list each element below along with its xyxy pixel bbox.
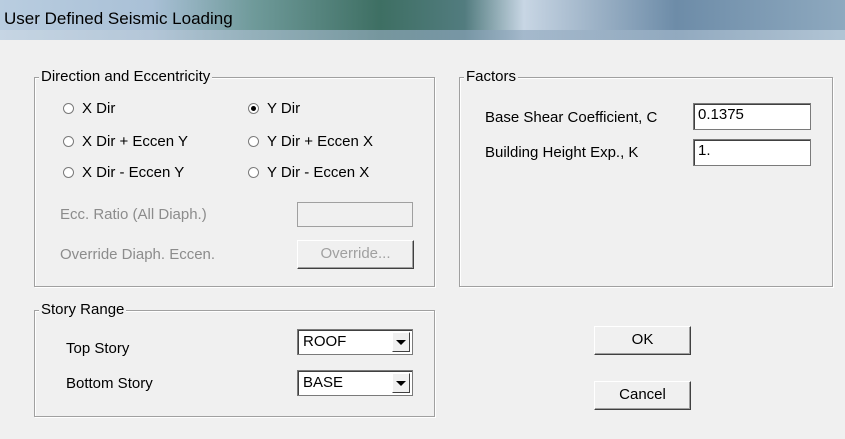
radio-x-dir-plus-eccen-y-dot[interactable] — [63, 136, 74, 147]
radio-y-dir-minus-eccen-x[interactable]: Y Dir - Eccen X — [248, 164, 369, 181]
ecc-ratio-input[interactable] — [297, 202, 413, 227]
direction-eccentricity-group: Direction and Eccentricity X Dir X Dir +… — [34, 68, 435, 287]
radio-y-dir-plus-eccen-x-dot[interactable] — [248, 136, 259, 147]
window-title: User Defined Seismic Loading — [4, 9, 233, 28]
radio-y-dir-dot[interactable] — [248, 103, 259, 114]
chevron-down-icon[interactable] — [392, 373, 410, 393]
radio-x-dir-minus-eccen-y-label: X Dir - Eccen Y — [82, 164, 185, 181]
radio-x-dir-minus-eccen-y[interactable]: X Dir - Eccen Y — [63, 164, 184, 181]
story-range-group: Story Range Top Story ROOF Bottom Story … — [34, 301, 435, 417]
ecc-ratio-label: Ecc. Ratio (All Diaph.) — [60, 206, 207, 223]
radio-x-dir-plus-eccen-y-label: X Dir + Eccen Y — [82, 133, 189, 150]
top-story-label: Top Story — [66, 340, 130, 357]
story-range-legend: Story Range — [39, 301, 127, 319]
bottom-story-label: Bottom Story — [66, 375, 153, 392]
radio-x-dir-label: X Dir — [82, 100, 116, 117]
override-button[interactable]: Override... — [297, 240, 414, 269]
radio-y-dir-plus-eccen-x[interactable]: Y Dir + Eccen X — [248, 133, 373, 150]
bottom-story-value: BASE — [303, 374, 344, 391]
building-height-exp-input[interactable]: 1. — [693, 139, 811, 166]
direction-eccentricity-legend: Direction and Eccentricity — [39, 68, 213, 86]
factors-legend: Factors — [464, 68, 519, 86]
radio-x-dir[interactable]: X Dir — [63, 100, 115, 117]
radio-y-dir-label: Y Dir — [267, 100, 301, 117]
cancel-button[interactable]: Cancel — [594, 381, 691, 410]
radio-y-dir-minus-eccen-x-dot[interactable] — [248, 167, 259, 178]
override-diaph-eccen-label: Override Diaph. Eccen. — [60, 246, 216, 263]
chevron-down-icon[interactable] — [392, 332, 410, 352]
top-story-dropdown[interactable]: ROOF — [297, 329, 413, 355]
radio-y-dir-plus-eccen-x-label: Y Dir + Eccen X — [267, 133, 374, 150]
top-story-value: ROOF — [303, 333, 347, 350]
ok-button[interactable]: OK — [594, 326, 691, 355]
factors-group: Factors Base Shear Coefficient, C 0.1375… — [459, 68, 833, 287]
radio-y-dir-minus-eccen-x-label: Y Dir - Eccen X — [267, 164, 370, 181]
title-bar: User Defined Seismic Loading — [0, 0, 845, 40]
radio-x-dir-minus-eccen-y-dot[interactable] — [63, 167, 74, 178]
bottom-story-dropdown[interactable]: BASE — [297, 370, 413, 396]
building-height-exp-label: Building Height Exp., K — [485, 144, 639, 161]
radio-y-dir[interactable]: Y Dir — [248, 100, 300, 117]
base-shear-coefficient-input[interactable]: 0.1375 — [693, 103, 811, 130]
radio-x-dir-plus-eccen-y[interactable]: X Dir + Eccen Y — [63, 133, 188, 150]
title-bar-glass — [0, 30, 845, 40]
base-shear-coefficient-label: Base Shear Coefficient, C — [485, 109, 658, 126]
radio-x-dir-dot[interactable] — [63, 103, 74, 114]
